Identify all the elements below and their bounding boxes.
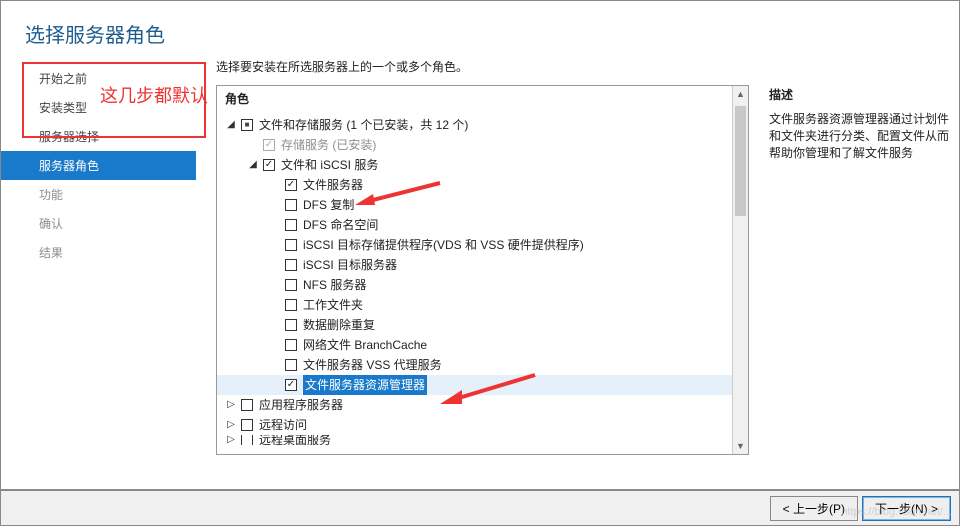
roles-tree-panel: 角色 ◢ 文件和存储服务 (1 个已安装，共 12 个)存储服务 (已安装) ◢ 文件… <box>216 85 749 455</box>
wizard-step-1[interactable]: 安装类型 <box>1 93 196 122</box>
description-pane: 描述 文件服务器资源管理器通过计划件和文件夹进行分类、配置文件从而帮助你管理和了… <box>759 58 959 488</box>
tree-node-0[interactable]: ◢ 文件和存储服务 (1 个已安装，共 12 个) <box>217 115 748 135</box>
tree-node-4[interactable]: DFS 复制 <box>217 195 748 215</box>
collapse-icon[interactable]: ◢ <box>225 119 237 131</box>
wizard-footer: < 上一步(P) 下一步(N) > <box>0 490 960 526</box>
checkbox[interactable] <box>241 399 253 411</box>
expand-spacer <box>247 139 259 151</box>
tree-node-label: 文件服务器 VSS 代理服务 <box>303 355 442 375</box>
tree-node-label: 文件和 iSCSI 服务 <box>281 155 378 175</box>
expand-icon[interactable]: ▷ <box>225 399 237 411</box>
scroll-down-icon[interactable]: ▼ <box>733 438 748 454</box>
wizard-step-2[interactable]: 服务器选择 <box>1 122 196 151</box>
tree-node-10[interactable]: 数据删除重复 <box>217 315 748 335</box>
tree-node-label: 工作文件夹 <box>303 295 363 315</box>
expand-spacer <box>269 199 281 211</box>
tree-node-12[interactable]: 文件服务器 VSS 代理服务 <box>217 355 748 375</box>
tree-node-label: 远程访问 <box>259 415 307 435</box>
tree-node-label: 文件服务器资源管理器 <box>303 375 427 395</box>
tree-node-9[interactable]: 工作文件夹 <box>217 295 748 315</box>
tree-node-1[interactable]: 存储服务 (已安装) <box>217 135 748 155</box>
checkbox[interactable] <box>285 339 297 351</box>
tree-node-15[interactable]: ▷ 远程访问 <box>217 415 748 435</box>
checkbox[interactable] <box>285 379 297 391</box>
roles-tree-header: 角色 <box>217 86 748 111</box>
expand-spacer <box>269 359 281 371</box>
checkbox[interactable] <box>285 279 297 291</box>
roles-tree[interactable]: ◢ 文件和存储服务 (1 个已安装，共 12 个)存储服务 (已安装) ◢ 文件和 i… <box>217 111 748 449</box>
checkbox[interactable] <box>285 299 297 311</box>
expand-spacer <box>269 379 281 391</box>
tree-node-label: DFS 命名空间 <box>303 215 378 235</box>
wizard-step-5: 确认 <box>1 209 196 238</box>
checkbox[interactable] <box>285 179 297 191</box>
tree-node-11[interactable]: 网络文件 BranchCache <box>217 335 748 355</box>
tree-node-label: iSCSI 目标存储提供程序(VDS 和 VSS 硬件提供程序) <box>303 235 584 255</box>
tree-node-label: 文件和存储服务 (1 个已安装，共 12 个) <box>259 115 468 135</box>
tree-node-8[interactable]: NFS 服务器 <box>217 275 748 295</box>
tree-node-2[interactable]: ◢ 文件和 iSCSI 服务 <box>217 155 748 175</box>
tree-node-label: iSCSI 目标服务器 <box>303 255 397 275</box>
wizard-step-6: 结果 <box>1 238 196 267</box>
tree-node-label: 文件服务器 <box>303 175 363 195</box>
description-body: 文件服务器资源管理器通过计划件和文件夹进行分类、配置文件从而帮助你管理和了解文件… <box>769 111 955 161</box>
checkbox[interactable] <box>241 119 253 131</box>
expand-spacer <box>269 279 281 291</box>
wizard-step-4: 功能 <box>1 180 196 209</box>
tree-node-14[interactable]: ▷ 应用程序服务器 <box>217 395 748 415</box>
checkbox[interactable] <box>241 435 253 445</box>
tree-node-label: 远程桌面服务 <box>259 435 331 445</box>
tree-node-6[interactable]: iSCSI 目标存储提供程序(VDS 和 VSS 硬件提供程序) <box>217 235 748 255</box>
scrollbar-thumb[interactable] <box>735 106 746 216</box>
expand-spacer <box>269 339 281 351</box>
expand-spacer <box>269 319 281 331</box>
expand-spacer <box>269 179 281 191</box>
roles-center-pane: 选择要安装在所选服务器上的一个或多个角色。 角色 ◢ 文件和存储服务 (1 个已安… <box>196 58 759 488</box>
wizard-steps-sidebar: 开始之前安装类型服务器选择服务器角色功能确认结果 <box>1 58 196 488</box>
wizard-window: 选择服务器角色 开始之前安装类型服务器选择服务器角色功能确认结果 选择要安装在所… <box>0 0 960 490</box>
tree-node-label: DFS 复制 <box>303 195 354 215</box>
expand-spacer <box>269 239 281 251</box>
wizard-step-3[interactable]: 服务器角色 <box>1 151 196 180</box>
checkbox[interactable] <box>285 239 297 251</box>
expand-spacer <box>269 219 281 231</box>
page-title: 选择服务器角色 <box>25 19 935 48</box>
tree-node-7[interactable]: iSCSI 目标服务器 <box>217 255 748 275</box>
watermark: https://blog.csdn.net/... <box>841 506 952 518</box>
expand-spacer <box>269 259 281 271</box>
checkbox[interactable] <box>285 319 297 331</box>
tree-node-label: 数据删除重复 <box>303 315 375 335</box>
tree-node-label: 网络文件 BranchCache <box>303 335 427 355</box>
expand-icon[interactable]: ▷ <box>225 435 237 445</box>
tree-node-label: 存储服务 (已安装) <box>281 135 376 155</box>
description-heading: 描述 <box>769 86 955 103</box>
checkbox[interactable] <box>285 199 297 211</box>
wizard-step-0[interactable]: 开始之前 <box>1 64 196 93</box>
wizard-body: 开始之前安装类型服务器选择服务器角色功能确认结果 选择要安装在所选服务器上的一个… <box>1 58 959 488</box>
tree-node-5[interactable]: DFS 命名空间 <box>217 215 748 235</box>
checkbox[interactable] <box>263 159 275 171</box>
expand-spacer <box>269 299 281 311</box>
checkbox <box>263 139 275 151</box>
tree-node-3[interactable]: 文件服务器 <box>217 175 748 195</box>
expand-icon[interactable]: ▷ <box>225 419 237 431</box>
checkbox[interactable] <box>285 359 297 371</box>
tree-node-13[interactable]: 文件服务器资源管理器 <box>217 375 732 395</box>
wizard-header: 选择服务器角色 <box>1 1 959 58</box>
tree-node-label: NFS 服务器 <box>303 275 366 295</box>
checkbox[interactable] <box>285 259 297 271</box>
instruction-text: 选择要安装在所选服务器上的一个或多个角色。 <box>216 58 749 85</box>
checkbox[interactable] <box>241 419 253 431</box>
tree-node-16[interactable]: ▷ 远程桌面服务 <box>217 435 748 445</box>
tree-node-label: 应用程序服务器 <box>259 395 343 415</box>
collapse-icon[interactable]: ◢ <box>247 159 259 171</box>
scroll-up-icon[interactable]: ▲ <box>733 86 748 102</box>
tree-scrollbar[interactable]: ▲ ▼ <box>732 86 748 454</box>
wizard-main: 选择要安装在所选服务器上的一个或多个角色。 角色 ◢ 文件和存储服务 (1 个已安… <box>196 58 959 488</box>
checkbox[interactable] <box>285 219 297 231</box>
